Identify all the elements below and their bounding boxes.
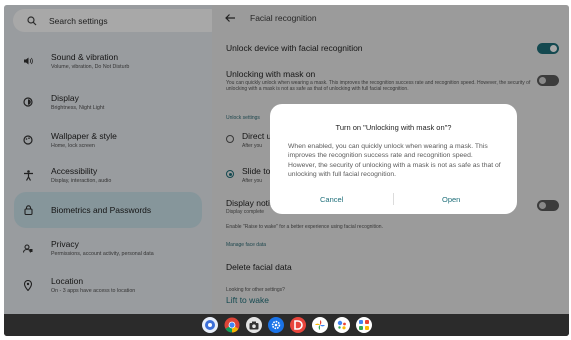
- settings-icon[interactable]: [267, 317, 284, 333]
- open-button[interactable]: Open: [442, 195, 460, 204]
- photos-icon[interactable]: [311, 317, 328, 333]
- camera-icon[interactable]: [245, 317, 262, 333]
- launcher-icon[interactable]: [201, 317, 218, 333]
- chrome-icon[interactable]: [224, 317, 240, 333]
- taskbar: [4, 314, 569, 336]
- button-divider: [393, 193, 394, 205]
- cancel-button[interactable]: Cancel: [320, 195, 343, 204]
- screen: Search settings Sound & vibration Volume…: [4, 5, 569, 314]
- app-grid-icon[interactable]: [355, 317, 372, 333]
- app-d-icon[interactable]: [289, 317, 306, 333]
- device-frame: Search settings Sound & vibration Volume…: [4, 5, 569, 336]
- assistant-icon[interactable]: [333, 317, 350, 333]
- dialog-title: Turn on "Unlocking with mask on"?: [335, 123, 452, 132]
- dialog-message: When enabled, you can quickly unlock whe…: [288, 143, 501, 178]
- confirm-dialog: Turn on "Unlocking with mask on"? When e…: [270, 104, 517, 214]
